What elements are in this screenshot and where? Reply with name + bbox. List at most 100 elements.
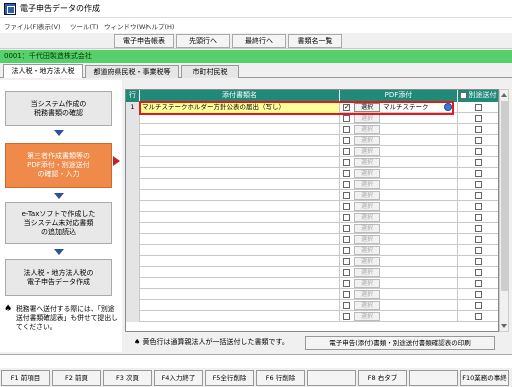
doc-name-cell[interactable] bbox=[140, 311, 340, 322]
step-review-docs[interactable]: 当システム作成の 税務書類の確認 bbox=[5, 91, 112, 126]
scroll-down-icon[interactable] bbox=[501, 324, 507, 328]
fkey-7[interactable] bbox=[307, 370, 356, 386]
doc-name-cell[interactable] bbox=[140, 146, 340, 157]
table-row[interactable]: 選択 bbox=[126, 223, 498, 234]
menu-tools[interactable]: ツール(T) bbox=[70, 21, 99, 31]
send-separately-checkbox[interactable] bbox=[475, 280, 482, 287]
scroll-up-icon[interactable] bbox=[501, 93, 507, 97]
doc-name-cell[interactable] bbox=[140, 278, 340, 289]
doc-name-cell[interactable] bbox=[140, 289, 340, 300]
doc-name-cell[interactable] bbox=[140, 256, 340, 267]
pdf-attach-checkbox[interactable] bbox=[343, 192, 350, 199]
step-pdf-attach[interactable]: 第三者作成書類等の PDF添付・別途送付 の確認・入力 bbox=[5, 143, 112, 188]
pdf-attach-checkbox[interactable] bbox=[343, 291, 350, 298]
pdf-attach-checkbox[interactable] bbox=[343, 181, 350, 188]
doc-name-cell[interactable] bbox=[140, 157, 340, 168]
select-file-button[interactable]: 選択 bbox=[354, 125, 380, 134]
fkey-3[interactable]: F3 次頁 bbox=[103, 370, 152, 386]
send-separately-checkbox[interactable] bbox=[475, 214, 482, 221]
doc-name-cell[interactable] bbox=[140, 223, 340, 234]
table-row[interactable]: 選択 bbox=[126, 311, 498, 322]
fkey-10[interactable]: F10業務の事終了 bbox=[460, 370, 509, 386]
select-file-button[interactable]: 選択 bbox=[354, 257, 380, 266]
select-file-button[interactable]: 選択 bbox=[354, 136, 380, 145]
select-file-button[interactable]: 選択 bbox=[354, 312, 380, 321]
pdf-attach-checkbox[interactable] bbox=[343, 236, 350, 243]
pdf-attach-checkbox[interactable] bbox=[343, 280, 350, 287]
send-separately-checkbox[interactable] bbox=[475, 236, 482, 243]
send-separately-checkbox[interactable] bbox=[475, 247, 482, 254]
send-separately-checkbox[interactable] bbox=[475, 115, 482, 122]
select-file-button[interactable]: 選択 bbox=[354, 290, 380, 299]
select-file-button[interactable]: 選択 bbox=[354, 268, 380, 277]
pdf-attach-checkbox[interactable] bbox=[343, 137, 350, 144]
menu-view[interactable]: 表示(V) bbox=[38, 21, 61, 31]
table-row[interactable]: 選択 bbox=[126, 201, 498, 212]
menu-file[interactable]: ファイル(F) bbox=[4, 21, 39, 31]
select-file-button[interactable]: 選択 bbox=[354, 191, 380, 200]
select-file-button[interactable]: 選択 bbox=[354, 158, 380, 167]
send-separately-checkbox[interactable] bbox=[475, 269, 482, 276]
doc-name-cell[interactable] bbox=[140, 179, 340, 190]
doc-name-cell[interactable] bbox=[140, 234, 340, 245]
send-separately-checkbox[interactable] bbox=[475, 170, 482, 177]
send-separately-checkbox[interactable] bbox=[475, 291, 482, 298]
send-separately-checkbox[interactable] bbox=[475, 137, 482, 144]
send-separately-checkbox[interactable] bbox=[475, 104, 482, 111]
pdf-attach-checkbox[interactable] bbox=[343, 148, 350, 155]
select-file-button[interactable]: 選択 bbox=[354, 180, 380, 189]
table-row[interactable]: 選択 bbox=[126, 168, 498, 179]
send-separately-checkbox[interactable] bbox=[475, 126, 482, 133]
doc-name-cell[interactable] bbox=[140, 300, 340, 311]
fkey-2[interactable]: F2 前頁 bbox=[52, 370, 101, 386]
fkey-5[interactable]: F5全行削除 bbox=[205, 370, 254, 386]
pdf-attach-checkbox[interactable] bbox=[343, 203, 350, 210]
select-file-button[interactable]: 選択 bbox=[354, 114, 380, 123]
fkey-4[interactable]: F4入力終了 bbox=[154, 370, 203, 386]
table-row[interactable]: 選択 bbox=[126, 245, 498, 256]
tab-prefectural-tax[interactable]: 都道府県民税・事業税等 bbox=[85, 65, 179, 78]
table-row[interactable]: 選択 bbox=[126, 179, 498, 190]
table-row[interactable]: 選択 bbox=[126, 234, 498, 245]
doc-name-cell[interactable] bbox=[140, 245, 340, 256]
first-row-button[interactable]: 先頭行へ bbox=[176, 34, 230, 48]
table-row[interactable]: 選択 bbox=[126, 135, 498, 146]
menu-window[interactable]: ウィンドウ(W) bbox=[104, 21, 148, 31]
doc-name-cell[interactable] bbox=[140, 124, 340, 135]
send-separately-checkbox[interactable] bbox=[475, 313, 482, 320]
pdf-attach-checkbox[interactable] bbox=[343, 313, 350, 320]
pdf-attach-checkbox[interactable] bbox=[343, 115, 350, 122]
table-row[interactable]: 選択 bbox=[126, 146, 498, 157]
send-separately-checkbox[interactable] bbox=[475, 159, 482, 166]
doc-name-cell[interactable] bbox=[140, 267, 340, 278]
send-separately-checkbox[interactable] bbox=[475, 302, 482, 309]
doc-name-cell[interactable] bbox=[140, 190, 340, 201]
select-file-button[interactable]: 選択 bbox=[354, 224, 380, 233]
select-file-button[interactable]: 選択 bbox=[354, 279, 380, 288]
select-file-button[interactable]: 選択 bbox=[354, 235, 380, 244]
select-file-button[interactable]: 選択 bbox=[354, 213, 380, 222]
doc-name-cell[interactable] bbox=[140, 212, 340, 223]
doc-list-button[interactable]: 書類名一覧 bbox=[288, 34, 342, 48]
select-file-button[interactable]: 選択 bbox=[354, 301, 380, 310]
table-row[interactable]: 選択 bbox=[126, 289, 498, 300]
pdf-attach-checkbox[interactable] bbox=[343, 225, 350, 232]
table-row[interactable]: 選択 bbox=[126, 300, 498, 311]
send-separately-checkbox[interactable] bbox=[475, 225, 482, 232]
pdf-attach-checkbox[interactable] bbox=[343, 214, 350, 221]
pdf-attach-checkbox[interactable] bbox=[343, 258, 350, 265]
print-button[interactable]: 電子申告(添付)書類・別途送付書類確認表の印刷 bbox=[305, 336, 495, 350]
menu-help[interactable]: ヘルプ(H) bbox=[145, 21, 174, 31]
pdf-attach-checkbox[interactable] bbox=[343, 269, 350, 276]
pdf-attach-checkbox[interactable] bbox=[343, 170, 350, 177]
table-row[interactable]: 選択 bbox=[126, 212, 498, 223]
select-all-checkbox[interactable] bbox=[460, 92, 467, 99]
pdf-attach-checkbox[interactable] bbox=[343, 302, 350, 309]
select-file-button[interactable]: 選択 bbox=[354, 202, 380, 211]
doc-name-cell[interactable] bbox=[140, 168, 340, 179]
fkey-6[interactable]: F6 行削除 bbox=[256, 370, 305, 386]
table-row[interactable]: 選択 bbox=[126, 124, 498, 135]
pdf-attach-checkbox[interactable] bbox=[343, 126, 350, 133]
fkey-8[interactable]: F8 右タブ bbox=[358, 370, 407, 386]
select-file-button[interactable]: 選択 bbox=[354, 246, 380, 255]
